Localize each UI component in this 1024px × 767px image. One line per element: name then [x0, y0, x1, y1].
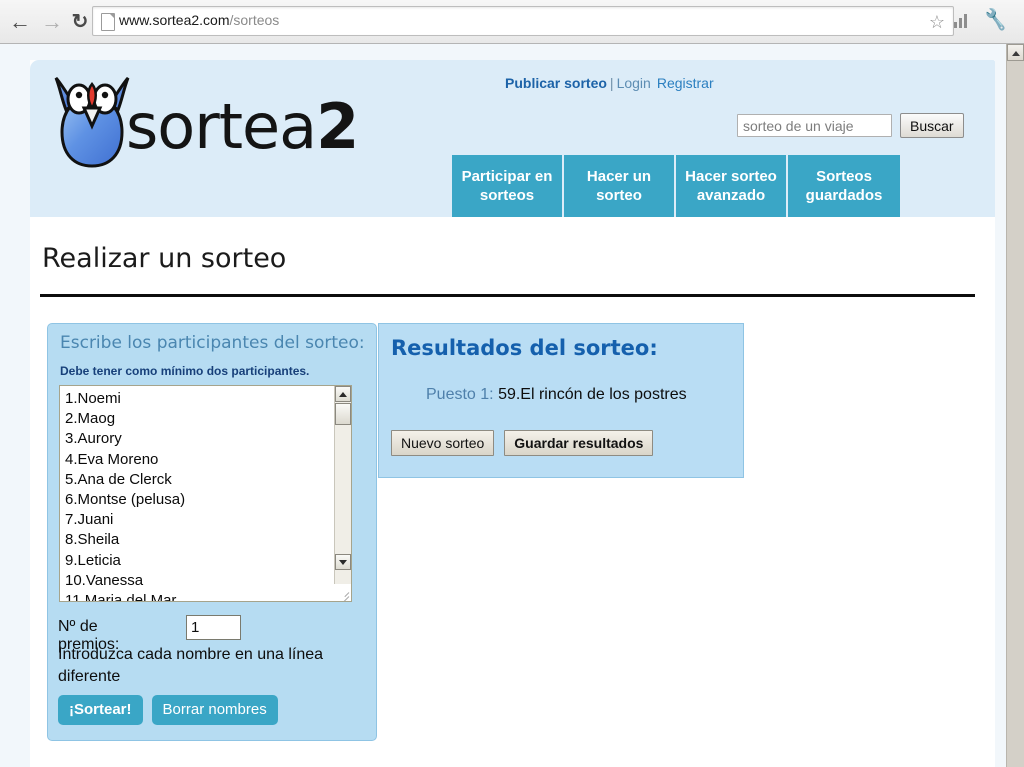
- scrollbar-thumb[interactable]: [335, 403, 351, 425]
- nav-tab-sorteos-guardados[interactable]: Sorteos guardados: [788, 155, 900, 217]
- page-scrollbar[interactable]: [1006, 44, 1024, 767]
- participants-panel: Escribe los participantes del sorteo: De…: [47, 323, 377, 741]
- url-text: www.sortea2.com/sorteos: [119, 12, 279, 28]
- guardar-resultados-button[interactable]: Guardar resultados: [504, 430, 654, 456]
- nav-tab-label-line2: avanzado: [696, 187, 766, 204]
- textarea-resize-handle[interactable]: [334, 584, 351, 601]
- nav-tab-label-line2: guardados: [805, 187, 883, 204]
- participants-actions: ¡Sortear! Borrar nombres: [58, 695, 278, 725]
- bars-chart-icon[interactable]: [954, 12, 970, 28]
- results-actions: Nuevo sorteo Guardar resultados: [391, 430, 654, 456]
- bird-logo-icon: [54, 76, 130, 168]
- page-title: Realizar un sorteo: [42, 243, 287, 274]
- wrench-icon[interactable]: 🔧: [982, 6, 1009, 33]
- search-button[interactable]: Buscar: [900, 113, 964, 138]
- logo-wordmark: sortea2: [126, 96, 359, 158]
- registrar-link[interactable]: Registrar: [657, 75, 714, 91]
- participants-note: Debe tener como mínimo dos participantes…: [60, 364, 310, 378]
- search-input[interactable]: [737, 114, 892, 137]
- nav-tab-participar-en-sorteos[interactable]: Participar en sorteos: [452, 155, 564, 217]
- forward-icon[interactable]: →: [38, 8, 66, 36]
- nav-tab-label-line2: sorteo: [596, 187, 642, 204]
- top-links-separator: |: [609, 75, 614, 91]
- reload-icon[interactable]: ↻: [66, 8, 94, 36]
- nav-tab-label-line2: sorteos: [479, 187, 535, 204]
- sortear-button[interactable]: ¡Sortear!: [58, 695, 143, 725]
- page-document-icon: [101, 13, 115, 31]
- nuevo-sorteo-button[interactable]: Nuevo sorteo: [391, 430, 495, 456]
- results-panel: Resultados del sorteo: Puesto 1: 59.El r…: [378, 323, 744, 478]
- premios-input[interactable]: [186, 615, 241, 640]
- nav-tab-label-line1: Hacer un: [586, 168, 652, 185]
- scroll-up-icon[interactable]: [335, 386, 351, 402]
- logo-text-accent: 2: [316, 90, 359, 163]
- site-header: sortea2 Publicar sorteo|Login Registrar B…: [30, 60, 995, 217]
- results-rank-label: Puesto 1:: [426, 386, 494, 403]
- main-navigation: Participar en sorteos Hacer un sorteo Ha…: [452, 155, 900, 217]
- bookmark-star-icon[interactable]: ☆: [929, 13, 945, 31]
- browser-chrome: ← → ↻ www.sortea2.com/sorteos ☆ 🔧: [0, 0, 1024, 44]
- site-container: sortea2 Publicar sorteo|Login Registrar B…: [30, 60, 995, 767]
- nav-tab-label-line1: Hacer sorteo: [685, 168, 777, 185]
- participants-hint: Introduzca cada nombre en una línea dife…: [58, 646, 324, 685]
- logo-text-main: sortea: [126, 90, 317, 163]
- participants-heading: Escribe los participantes del sorteo:: [60, 333, 365, 353]
- url-path: /sorteos: [229, 12, 280, 28]
- textarea-scrollbar[interactable]: [334, 386, 351, 601]
- publicar-sorteo-link[interactable]: Publicar sorteo: [505, 75, 607, 91]
- site-logo[interactable]: sortea2: [44, 72, 359, 177]
- participants-textarea-value: 1.Noemi 2.Maog 3.Aurory 4.Eva Moreno 5.A…: [65, 390, 186, 602]
- login-link[interactable]: Login: [617, 75, 651, 91]
- results-heading: Resultados del sorteo:: [391, 336, 658, 360]
- nav-tab-hacer-un-sorteo[interactable]: Hacer un sorteo: [564, 155, 676, 217]
- borrar-nombres-button[interactable]: Borrar nombres: [151, 695, 278, 725]
- main-content: Realizar un sorteo Escribe los participa…: [30, 217, 995, 767]
- url-host: www.sortea2.com: [119, 12, 230, 28]
- nav-tab-label-line1: Participar en: [461, 168, 553, 185]
- scroll-down-icon[interactable]: [335, 554, 351, 570]
- back-icon[interactable]: ←: [6, 8, 34, 36]
- results-winner: 59.El rincón de los postres: [498, 386, 687, 403]
- browser-toolbar-icons: 🔧: [954, 8, 1016, 34]
- nav-tab-label-line1: Sorteos: [816, 168, 872, 185]
- top-links: Publicar sorteo | Login Registrar: [505, 75, 714, 91]
- participants-textarea[interactable]: 1.Noemi 2.Maog 3.Aurory 4.Eva Moreno 5.A…: [59, 385, 352, 602]
- title-divider: [40, 294, 975, 297]
- nav-tab-hacer-sorteo-avanzado[interactable]: Hacer sorteo avanzado: [676, 155, 788, 217]
- url-bar[interactable]: www.sortea2.com/sorteos ☆: [92, 6, 954, 36]
- page-scroll-up-icon[interactable]: [1007, 44, 1024, 61]
- results-line: Puesto 1: 59.El rincón de los postres: [426, 386, 687, 404]
- page-viewport: sortea2 Publicar sorteo|Login Registrar B…: [0, 44, 1024, 767]
